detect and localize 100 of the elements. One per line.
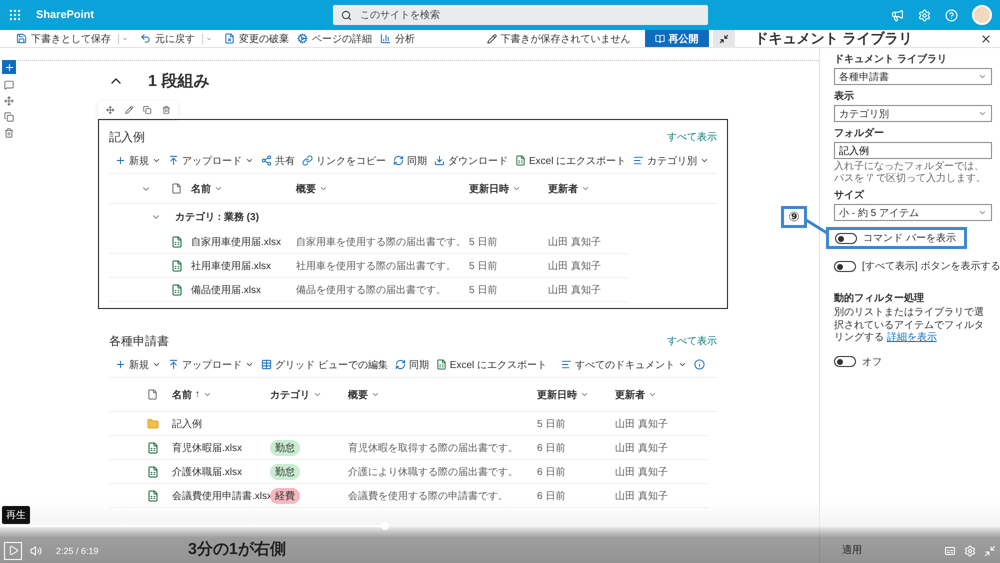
command-button[interactable]: Excel にエクスポート: [515, 154, 626, 168]
toolbar-button[interactable]: 元に戻す: [136, 32, 220, 46]
command-button[interactable]: リンクをコピー: [302, 154, 386, 168]
analytics-icon: [380, 33, 391, 44]
save-status: 下書きが保存されていません: [486, 32, 631, 46]
hint-text: 入れ子になったフォルダーでは、パスを '/' で区切って入力します。: [834, 161, 988, 184]
command-button[interactable]: 共有: [261, 154, 295, 168]
volume-icon[interactable]: [30, 544, 42, 556]
webpart-title: 記入例: [109, 128, 145, 146]
view-selector[interactable]: すべてのドキュメント: [561, 358, 687, 372]
table-cell-text: 6 日前: [537, 442, 566, 454]
command-button[interactable]: 同期: [393, 154, 427, 168]
excel-icon: [436, 359, 447, 370]
file-name[interactable]: 備品使用届.xlsx: [191, 282, 296, 296]
chevron-down-icon: [152, 156, 161, 165]
command-button[interactable]: アップロード: [168, 154, 254, 168]
column-header[interactable]: 概要: [348, 388, 537, 402]
table-cell-text: 山田 真知子: [548, 236, 602, 248]
save-icon: [16, 33, 27, 44]
command-button[interactable]: グリッド ビューでの編集: [261, 358, 388, 372]
file-icon: [171, 183, 182, 194]
toggle-switch[interactable]: [834, 356, 856, 367]
toggle-switch[interactable]: [834, 260, 856, 272]
chevron-down-icon: [152, 360, 161, 369]
chevron-down-icon: [580, 390, 589, 399]
search-field[interactable]: このサイトを検索: [333, 5, 708, 25]
table-cell-text: 山田 真知子: [548, 260, 602, 272]
new-icon: [115, 359, 126, 370]
file-name[interactable]: 社用車使用届.xlsx: [191, 258, 296, 272]
minimize-icon[interactable]: [984, 544, 996, 556]
file-name[interactable]: 会議費使用申請書.xlsx: [172, 488, 270, 502]
column-header[interactable]: 概要: [296, 182, 469, 196]
file-name[interactable]: 自家用車使用届.xlsx: [191, 234, 296, 248]
file-name[interactable]: 育児休暇届.xlsx: [172, 440, 270, 454]
table-cell-text: 6 日前: [537, 490, 566, 502]
playback-time: 2:25 / 6:19: [56, 546, 99, 556]
collapse-button[interactable]: [712, 30, 735, 48]
command-button[interactable]: 新規: [115, 358, 161, 372]
copy-icon: [4, 112, 14, 122]
show-all-link[interactable]: すべて表示: [667, 130, 717, 144]
section-heading: 動的フィルター処理: [834, 292, 925, 305]
toolbar-button[interactable]: ページの詳細: [293, 32, 376, 46]
chevron-down-icon[interactable]: [118, 34, 128, 44]
avatar[interactable]: [972, 5, 992, 25]
table-cell-text: 社用車を使用する際の届出書です。: [296, 260, 457, 272]
toolbar-button[interactable]: 分析: [376, 32, 419, 46]
toolbar-button[interactable]: 変更の破棄: [220, 32, 293, 46]
dropdown[interactable]: 小 - 約 5 アイテム: [834, 204, 992, 221]
command-button[interactable]: ダウンロード: [434, 154, 508, 168]
chevron-down-icon: [371, 390, 380, 399]
command-button[interactable]: Excel にエクスポート: [436, 358, 548, 372]
field-label: 表示: [834, 90, 855, 103]
toggle-switch[interactable]: [835, 232, 857, 244]
table-cell-text: 介護により休職する際の届出書です。: [348, 466, 519, 478]
learn-more-link[interactable]: 詳細を表示: [886, 332, 937, 343]
play-button[interactable]: [4, 542, 22, 560]
sync-icon: [393, 155, 404, 166]
column-header[interactable]: 更新日時: [469, 182, 548, 196]
app-launcher-icon[interactable]: [8, 8, 22, 22]
column-header[interactable]: 更新日時: [537, 388, 615, 402]
details-icon: [297, 33, 308, 44]
toolbar-button[interactable]: 下書きとして保存: [12, 32, 136, 46]
trash-icon: [162, 105, 170, 115]
download-icon: [434, 155, 445, 166]
close-icon[interactable]: [980, 32, 992, 44]
command-button[interactable]: アップロード: [168, 358, 254, 372]
grid-icon: [261, 359, 272, 370]
republish-button[interactable]: 再公開: [644, 30, 709, 47]
file-name[interactable]: 記入例: [172, 416, 270, 430]
spreadsheet-icon: [147, 466, 159, 478]
input-field[interactable]: 記入例: [834, 142, 992, 159]
section-title: 1 段組み: [148, 72, 210, 92]
settings-icon[interactable]: [964, 544, 976, 556]
column-header[interactable]: 名前: [191, 182, 296, 196]
move-icon: [106, 105, 114, 115]
command-button[interactable]: 新規: [115, 154, 161, 168]
search-input[interactable]: このサイトを検索: [358, 8, 700, 22]
file-name[interactable]: 介護休職届.xlsx: [172, 464, 270, 478]
add-button[interactable]: [2, 60, 16, 74]
chevron-down-icon: [319, 184, 328, 193]
show-all-link[interactable]: すべて表示: [667, 334, 717, 348]
toggle-label: オフ: [862, 356, 882, 368]
view-selector[interactable]: カテゴリ別: [633, 154, 710, 168]
dropdown[interactable]: カテゴリ別: [834, 105, 992, 122]
field-label: サイズ: [834, 188, 866, 202]
column-header[interactable]: 更新者: [615, 388, 717, 402]
chevron-down-icon: [648, 390, 657, 399]
dropdown[interactable]: 各種申請書: [834, 68, 992, 85]
info-icon: [694, 359, 705, 370]
search-icon: [341, 10, 352, 20]
column-header[interactable]: 更新者: [548, 182, 717, 196]
column-header[interactable]: カテゴリ: [270, 388, 348, 402]
field-label: フォルダー: [834, 126, 885, 140]
captions-icon[interactable]: [944, 544, 956, 556]
command-button[interactable]: 同期: [394, 358, 429, 372]
copy-icon: [143, 105, 152, 115]
column-header[interactable]: 名前 ↑: [172, 388, 270, 402]
chevron-down-icon[interactable]: [202, 34, 212, 44]
table-cell-text: 山田 真知子: [615, 442, 669, 454]
link-icon: [302, 155, 313, 166]
